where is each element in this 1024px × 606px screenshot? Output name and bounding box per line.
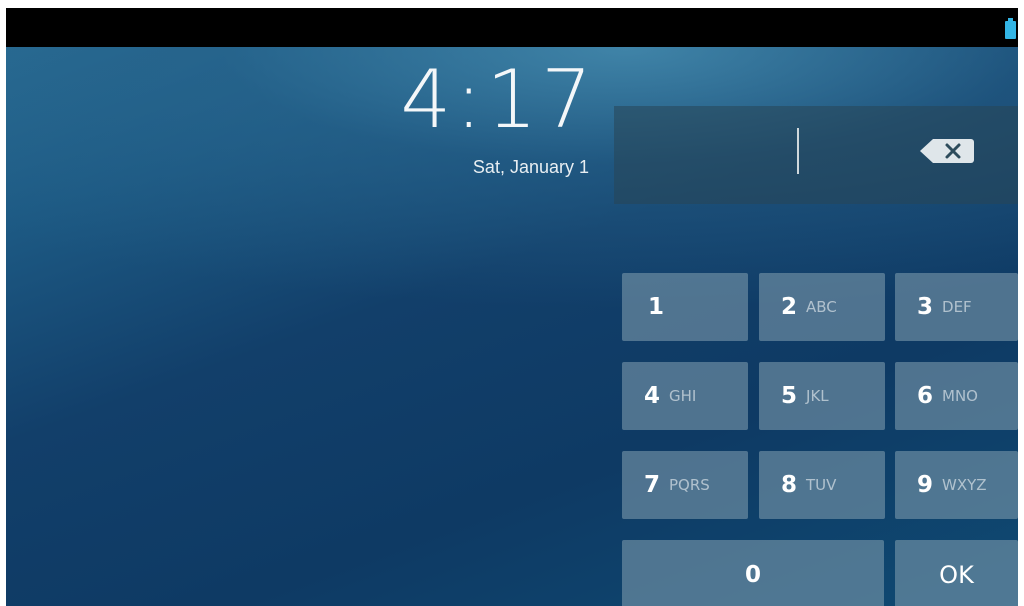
status-bar [6, 8, 1018, 47]
key-digit: 1 [648, 294, 665, 320]
lockscreen: 4:17 Sat, January 1 1 2 ABC 3 DEF 4 GHI … [6, 8, 1018, 606]
key-5[interactable]: 5 JKL [759, 362, 885, 430]
key-3[interactable]: 3 DEF [895, 273, 1018, 341]
key-letters: JKL [806, 387, 829, 405]
key-letters: WXYZ [942, 476, 987, 494]
key-7[interactable]: 7 PQRS [622, 451, 748, 519]
key-digit: 6 [917, 383, 934, 409]
key-letters: DEF [942, 298, 972, 316]
key-1[interactable]: 1 [622, 273, 748, 341]
text-cursor [797, 128, 799, 174]
pin-keypad: 1 2 ABC 3 DEF 4 GHI 5 JKL 6 MNO 7 PQRS 8… [622, 273, 1018, 606]
key-digit: 2 [781, 294, 798, 320]
key-4[interactable]: 4 GHI [622, 362, 748, 430]
key-digit: 3 [917, 294, 934, 320]
key-2[interactable]: 2 ABC [759, 273, 885, 341]
ok-label: OK [939, 561, 974, 589]
key-digit: 5 [781, 383, 798, 409]
key-letters: ABC [806, 298, 837, 316]
key-letters: PQRS [669, 476, 710, 494]
battery-icon [1005, 18, 1016, 39]
key-letters: TUV [806, 476, 837, 494]
clock-time: 4:17 [400, 53, 596, 146]
backspace-icon[interactable] [919, 138, 975, 164]
clock-date: Sat, January 1 [472, 157, 589, 177]
key-letters: GHI [669, 387, 697, 405]
key-digit: 7 [644, 472, 661, 498]
key-digit: 0 [744, 562, 761, 588]
ok-button[interactable]: OK [895, 540, 1018, 606]
key-digit: 8 [781, 472, 798, 498]
key-digit: 4 [644, 383, 661, 409]
key-digit: 9 [917, 472, 934, 498]
key-6[interactable]: 6 MNO [895, 362, 1018, 430]
key-0[interactable]: 0 [622, 540, 884, 606]
key-letters: MNO [942, 387, 978, 405]
key-9[interactable]: 9 WXYZ [895, 451, 1018, 519]
key-8[interactable]: 8 TUV [759, 451, 885, 519]
